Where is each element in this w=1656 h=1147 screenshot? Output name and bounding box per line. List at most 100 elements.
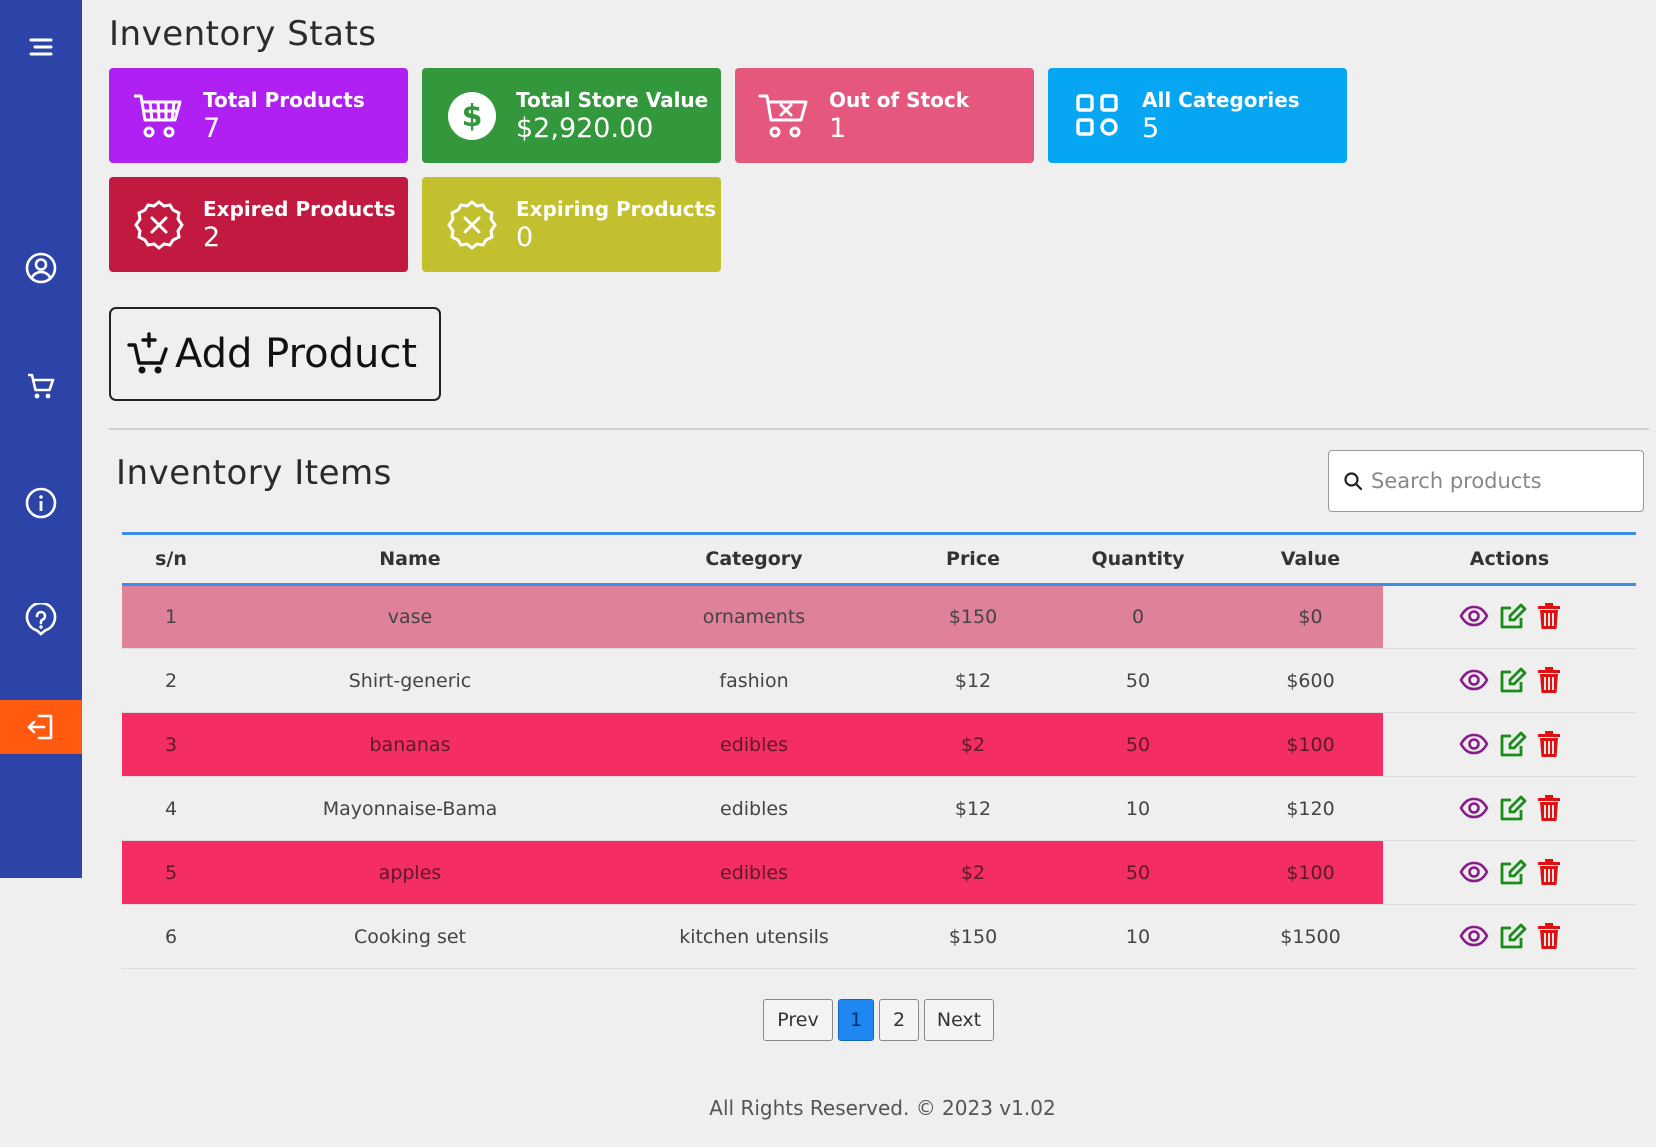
card-value: 7 xyxy=(203,112,221,144)
card-value: 0 xyxy=(516,221,534,253)
cell-sn: 5 xyxy=(122,840,220,905)
delete-icon[interactable] xyxy=(1537,922,1561,950)
cell-value: $0 xyxy=(1238,584,1383,649)
column-header[interactable]: Value xyxy=(1238,534,1383,585)
view-icon[interactable] xyxy=(1459,925,1489,947)
cell-quantity: 0 xyxy=(1038,584,1238,649)
cell-name: vase xyxy=(220,584,600,649)
cell-name: Shirt-generic xyxy=(220,648,600,713)
delete-icon[interactable] xyxy=(1537,602,1561,630)
cell-price: $2 xyxy=(908,712,1038,777)
profile-icon[interactable] xyxy=(0,241,82,295)
cell-actions xyxy=(1383,584,1636,649)
out-of-stock-card: Out of Stock 1 xyxy=(735,68,1034,163)
table-row: 1 vase ornaments $150 0 $0 xyxy=(122,584,1636,649)
add-product-button[interactable]: Add Product xyxy=(109,307,441,401)
card-label: Total Products xyxy=(203,87,365,112)
cell-category: edibles xyxy=(600,840,908,905)
search-input[interactable] xyxy=(1371,469,1631,493)
edit-icon[interactable] xyxy=(1499,795,1527,821)
view-icon[interactable] xyxy=(1459,733,1489,755)
info-icon[interactable] xyxy=(0,476,82,530)
edit-icon[interactable] xyxy=(1499,923,1527,949)
total-products-card: Total Products 7 xyxy=(109,68,408,163)
cart-x-icon xyxy=(735,91,835,141)
search-box xyxy=(1328,450,1644,512)
cell-category: ornaments xyxy=(600,584,908,649)
cell-quantity: 10 xyxy=(1038,776,1238,841)
column-header: Actions xyxy=(1469,548,1550,570)
section-divider xyxy=(109,428,1649,430)
table-row: 4 Mayonnaise-Bama edibles $12 10 $120 xyxy=(122,776,1636,841)
cell-actions xyxy=(1383,712,1636,777)
table-row: 3 bananas edibles $2 50 $100 xyxy=(122,712,1636,777)
page-2-button[interactable]: 2 xyxy=(879,999,919,1041)
footer-text: All Rights Reserved. © 2023 v1.02 xyxy=(709,1096,1056,1120)
cell-value: $600 xyxy=(1238,648,1383,713)
table-row: 6 Cooking set kitchen utensils $150 10 $1500 xyxy=(122,904,1636,969)
column-header[interactable]: Category xyxy=(600,534,908,585)
column-header[interactable]: Price xyxy=(908,534,1038,585)
cell-quantity: 50 xyxy=(1038,712,1238,777)
card-value: 1 xyxy=(829,112,847,144)
cell-quantity: 10 xyxy=(1038,904,1238,969)
card-label: All Categories xyxy=(1142,87,1300,112)
cell-actions xyxy=(1383,840,1636,905)
card-label: Total Store Value xyxy=(516,87,709,112)
cell-value: $100 xyxy=(1238,840,1383,905)
categories-grid-icon xyxy=(1048,93,1148,139)
expiring-products-card: Expiring Products 0 xyxy=(422,177,721,272)
edit-icon[interactable] xyxy=(1499,859,1527,885)
cell-category: fashion xyxy=(600,648,908,713)
page-1-button[interactable]: 1 xyxy=(838,999,874,1041)
total-store-value-card: $ Total Store Value $2,920.00 xyxy=(422,68,721,163)
search-icon xyxy=(1344,472,1363,491)
cell-actions xyxy=(1383,904,1636,969)
cell-actions xyxy=(1383,776,1636,841)
main-content: Inventory Stats Total Products 7 $ Total… xyxy=(109,0,1656,1147)
items-heading: Inventory Items xyxy=(116,453,392,493)
cell-price: $12 xyxy=(908,648,1038,713)
edit-icon[interactable] xyxy=(1499,667,1527,693)
edit-icon[interactable] xyxy=(1499,731,1527,757)
view-icon[interactable] xyxy=(1459,861,1489,883)
card-value: 2 xyxy=(203,221,221,253)
view-icon[interactable] xyxy=(1459,669,1489,691)
menu-toggle-icon[interactable] xyxy=(0,20,82,74)
card-value: $2,920.00 xyxy=(516,112,654,144)
cell-quantity: 50 xyxy=(1038,840,1238,905)
pagination: Prev 1 2 Next xyxy=(763,999,994,1041)
next-page-button[interactable]: Next xyxy=(924,999,994,1041)
cell-category: edibles xyxy=(600,776,908,841)
cell-price: $2 xyxy=(908,840,1038,905)
help-icon[interactable] xyxy=(0,593,82,647)
cart-icon[interactable] xyxy=(0,359,82,413)
delete-icon[interactable] xyxy=(1537,666,1561,694)
cell-price: $150 xyxy=(908,584,1038,649)
delete-icon[interactable] xyxy=(1537,794,1561,822)
logout-button[interactable] xyxy=(0,700,82,754)
view-icon[interactable] xyxy=(1459,797,1489,819)
delete-icon[interactable] xyxy=(1537,858,1561,886)
svg-text:$: $ xyxy=(462,99,483,134)
shopping-basket-icon xyxy=(109,91,209,141)
card-label: Out of Stock xyxy=(829,87,970,112)
cell-sn: 3 xyxy=(122,712,220,777)
column-header[interactable]: Name xyxy=(220,534,600,585)
view-icon[interactable] xyxy=(1459,605,1489,627)
logout-icon xyxy=(27,714,53,740)
prev-page-button[interactable]: Prev xyxy=(763,999,833,1041)
card-label: Expiring Products xyxy=(516,196,717,221)
cell-name: bananas xyxy=(220,712,600,777)
delete-icon[interactable] xyxy=(1537,730,1561,758)
edit-icon[interactable] xyxy=(1499,603,1527,629)
cell-name: apples xyxy=(220,840,600,905)
cell-value: $100 xyxy=(1238,712,1383,777)
column-header[interactable]: Quantity xyxy=(1038,534,1238,585)
cell-sn: 4 xyxy=(122,776,220,841)
all-categories-card: All Categories 5 xyxy=(1048,68,1347,163)
cell-name: Cooking set xyxy=(220,904,600,969)
card-value: 5 xyxy=(1142,112,1160,144)
card-label: Expired Products xyxy=(203,196,396,221)
column-header[interactable]: s/n xyxy=(122,534,220,585)
